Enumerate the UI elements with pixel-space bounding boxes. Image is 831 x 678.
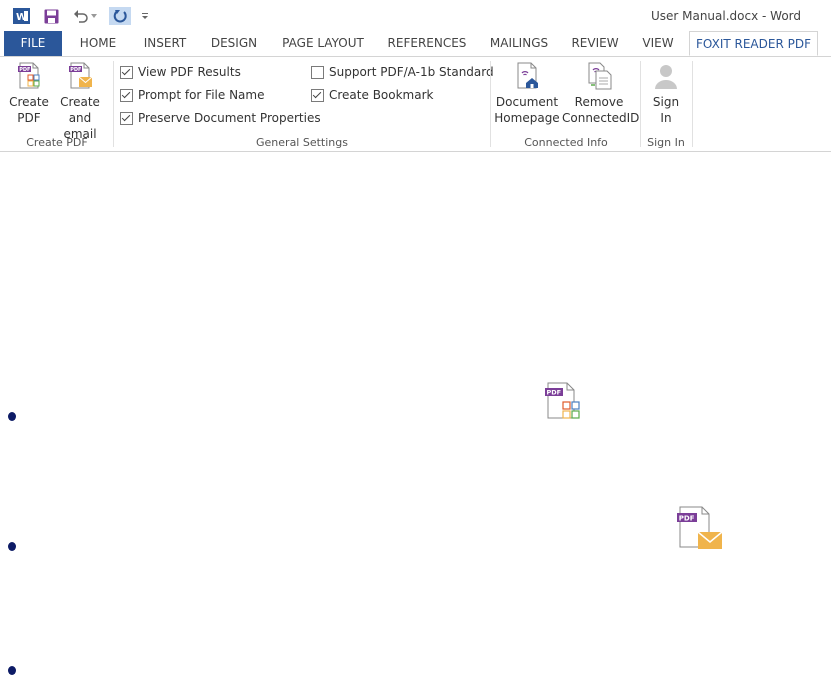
checkbox-mark xyxy=(311,65,324,79)
tab-references[interactable]: REFERENCES xyxy=(382,31,472,56)
create-bookmark-label: Create Bookmark xyxy=(329,88,434,102)
checkbox-mark xyxy=(120,88,133,102)
create-bookmark-checkbox[interactable]: Create Bookmark xyxy=(311,88,433,102)
window-title: User Manual.docx - Word xyxy=(650,9,801,23)
checkbox-mark xyxy=(311,88,324,102)
remove-connectedid-icon xyxy=(588,62,612,90)
user-avatar-icon xyxy=(655,65,677,89)
create-email-icon: PDF xyxy=(675,505,725,554)
create-and-email-button[interactable]: PDF Create and email xyxy=(52,61,108,142)
tab-foxit-reader-pdf[interactable]: FOXIT READER PDF xyxy=(689,31,818,56)
group-label-sign-in: Sign In xyxy=(647,136,685,149)
ribbon-tabs: FILE HOME INSERT DESIGN PAGE LAYOUT REFE… xyxy=(0,31,831,57)
list-bullet xyxy=(8,666,16,675)
repeat-icon[interactable] xyxy=(109,7,131,25)
checkbox-mark xyxy=(120,65,133,79)
list-bullet xyxy=(8,542,16,551)
tab-review[interactable]: REVIEW xyxy=(566,31,624,56)
checkbox-mark xyxy=(120,111,133,125)
group-label-connected-info: Connected Info xyxy=(524,136,608,149)
remove-connectedid-label: Remove ConnectedID xyxy=(562,95,640,125)
svg-text:PDF: PDF xyxy=(19,67,30,73)
tab-view[interactable]: VIEW xyxy=(636,31,680,56)
document-homepage-label: Document Homepage xyxy=(494,95,560,125)
group-divider xyxy=(640,61,641,147)
create-pdf-label: Create PDF xyxy=(9,95,49,125)
prompt-file-name-label: Prompt for File Name xyxy=(138,88,265,102)
remove-connectedid-button[interactable]: Remove ConnectedID xyxy=(562,61,640,126)
create-pdf-icon: PDF xyxy=(18,62,40,89)
tab-mailings[interactable]: MAILINGS xyxy=(484,31,554,56)
tab-insert[interactable]: INSERT xyxy=(136,31,194,56)
group-divider xyxy=(490,61,491,147)
create-and-email-label: Create and email xyxy=(60,95,100,141)
list-bullet xyxy=(8,412,16,421)
document-homepage-button[interactable]: Document Homepage xyxy=(494,61,560,126)
document-homepage-icon xyxy=(517,62,538,89)
sign-in-label: Sign In xyxy=(652,95,680,125)
save-icon[interactable] xyxy=(42,7,60,25)
sign-in-button[interactable]: Sign In xyxy=(646,61,686,126)
ribbon: PDF Create PDF PDF Create and email Crea… xyxy=(0,57,831,152)
create-email-icon: PDF xyxy=(69,62,93,89)
support-pdfa-label: Support PDF/A-1b Standard xyxy=(329,65,494,79)
svg-text:PDF: PDF xyxy=(547,389,562,397)
group-divider xyxy=(113,61,114,147)
undo-dropdown-icon[interactable] xyxy=(90,7,98,25)
title-bar: W User Manual.docx - Word xyxy=(0,0,831,31)
group-label-general-settings: General Settings xyxy=(256,136,348,149)
word-icon[interactable]: W xyxy=(12,7,30,25)
preserve-document-properties-checkbox[interactable]: Preserve Document Properties xyxy=(120,111,321,125)
tab-file[interactable]: FILE xyxy=(4,31,62,56)
tab-page-layout[interactable]: PAGE LAYOUT xyxy=(276,31,370,56)
svg-text:PDF: PDF xyxy=(679,515,695,523)
prompt-file-name-checkbox[interactable]: Prompt for File Name xyxy=(120,88,264,102)
group-label-create-pdf: Create PDF xyxy=(26,136,88,149)
view-pdf-results-label: View PDF Results xyxy=(138,65,241,79)
support-pdfa-checkbox[interactable]: Support PDF/A-1b Standard xyxy=(311,65,494,79)
preserve-document-properties-label: Preserve Document Properties xyxy=(138,111,321,125)
tab-home[interactable]: HOME xyxy=(72,31,124,56)
svg-text:PDF: PDF xyxy=(70,67,81,73)
view-pdf-results-checkbox[interactable]: View PDF Results xyxy=(120,65,241,79)
group-divider xyxy=(692,61,693,147)
tab-design[interactable]: DESIGN xyxy=(204,31,264,56)
customize-qat-icon[interactable] xyxy=(140,7,150,25)
create-pdf-icon: PDF xyxy=(543,381,583,424)
undo-icon[interactable] xyxy=(72,7,88,25)
create-pdf-button[interactable]: PDF Create PDF xyxy=(8,61,50,126)
